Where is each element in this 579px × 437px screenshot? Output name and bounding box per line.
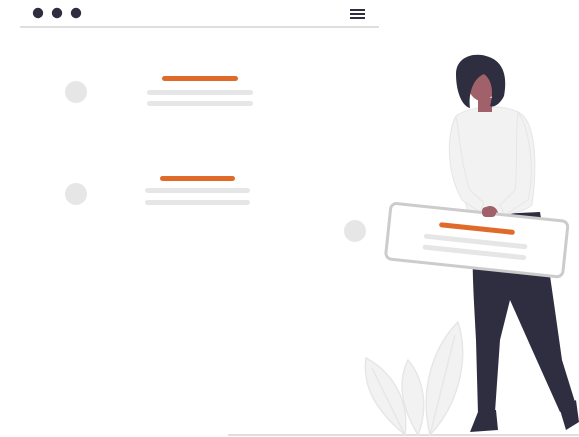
card-2-avatar [65, 183, 87, 205]
card-1-line-1 [147, 90, 253, 95]
window-dot-1[interactable] [32, 7, 44, 19]
card-2-title-bar [160, 176, 235, 181]
window-controls [32, 7, 82, 19]
card-1-avatar [65, 81, 87, 103]
card-3-held[interactable] [384, 202, 570, 279]
card-2-line-2 [145, 200, 250, 205]
window-dot-3[interactable] [70, 7, 82, 19]
plant-leaves [364, 320, 464, 437]
illustration [20, 7, 579, 437]
person-shoe-left [470, 410, 498, 432]
person-fingers [482, 207, 496, 217]
window-dot-2[interactable] [51, 7, 63, 19]
card-3-avatar [344, 220, 366, 242]
card-1[interactable] [65, 76, 253, 106]
card-1-title-bar [162, 76, 238, 81]
card-1-line-2 [147, 101, 253, 106]
card-2-line-1 [145, 188, 250, 193]
hamburger-menu-icon[interactable] [350, 9, 365, 19]
card-2[interactable] [65, 176, 250, 205]
